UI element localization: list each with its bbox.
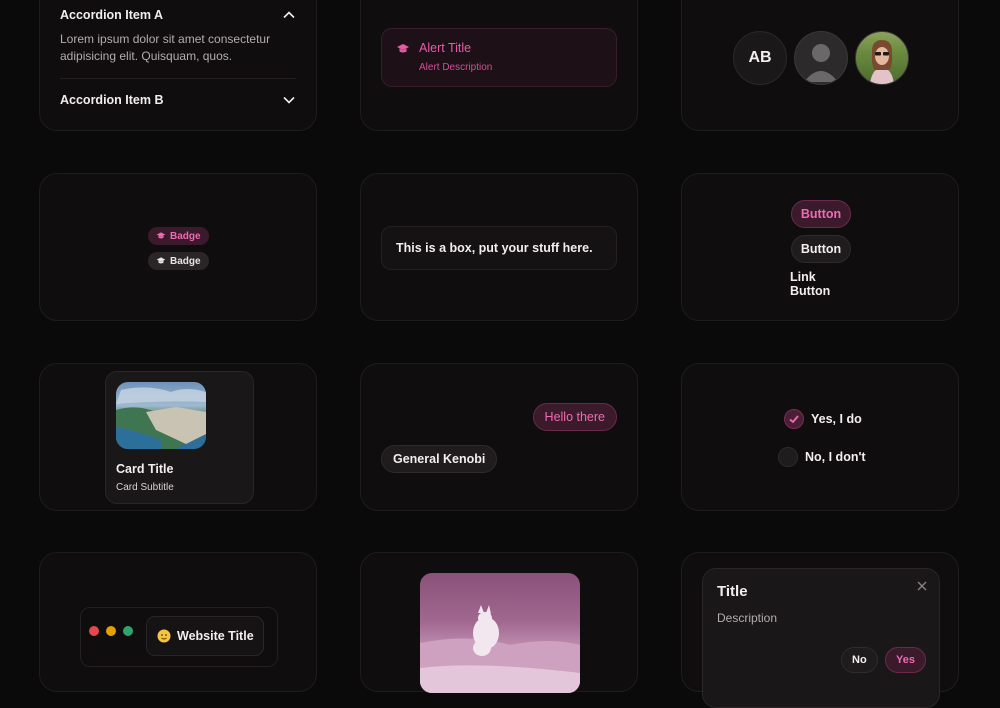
alert-description: Alert Description (419, 62, 493, 73)
dialog: Title Description No Yes (702, 568, 940, 708)
avatar-photo (855, 31, 909, 85)
primary-button[interactable]: Button (791, 200, 851, 228)
accordion-item-b-title: Accordion Item B (60, 93, 164, 107)
close-window-dot[interactable] (89, 626, 99, 636)
card-subtitle: Card Subtitle (116, 482, 174, 493)
image-card (360, 552, 638, 693)
accordion-item-a-title: Accordion Item A (60, 8, 164, 22)
radio-option-yes[interactable]: Yes, I do (784, 409, 862, 429)
content-card[interactable]: Card Title Card Subtitle (105, 371, 254, 504)
dialog-title: Title (717, 583, 748, 600)
avatars-card: AB (681, 0, 959, 131)
accordion-item-a-body: Lorem ipsum dolor sit amet consectetur a… (60, 32, 271, 63)
link-button[interactable]: Link Button (778, 270, 864, 298)
alert-title: Alert Title (419, 41, 472, 55)
chevron-down-icon (283, 96, 295, 104)
chat-bubble-incoming: General Kenobi (381, 445, 498, 473)
accordion-card: Accordion Item A Lorem ipsum dolor sit a… (39, 0, 317, 131)
card-title: Card Title (116, 462, 174, 476)
chat-bubble-outgoing: Hello there (532, 403, 617, 431)
browser-window: Website Title (80, 607, 278, 667)
close-icon[interactable] (917, 581, 927, 591)
badge-primary: Badge (148, 227, 209, 245)
dialog-description: Description (717, 611, 778, 625)
box-text: This is a box, put your stuff here. (396, 241, 593, 255)
avatar-generic (794, 31, 848, 85)
browser-window-card: Website Title (39, 552, 317, 692)
browser-tab[interactable]: Website Title (146, 616, 264, 656)
tab-title: Website Title (177, 629, 254, 643)
coastal-cliffs-photo-icon (116, 387, 206, 449)
fox-photo-icon (420, 605, 580, 693)
check-icon (789, 415, 799, 424)
person-icon (804, 44, 838, 82)
maximize-window-dot[interactable] (123, 626, 133, 636)
badges-card: Badge Badge (39, 173, 317, 321)
accordion-item-b-header[interactable]: Accordion Item B (60, 93, 296, 107)
user-photo-icon (870, 40, 894, 84)
card-demo: Card Title Card Subtitle (39, 363, 317, 511)
box-card: This is a box, put your stuff here. (360, 173, 638, 321)
arctic-fox-image (420, 573, 580, 693)
alert: Alert Title Alert Description (381, 28, 617, 87)
dialog-card: Title Description No Yes (681, 552, 959, 708)
emoji-icon (157, 629, 171, 643)
radio-label: Yes, I do (811, 412, 862, 426)
dialog-confirm-button[interactable]: Yes (885, 647, 926, 673)
accordion-divider (60, 78, 296, 79)
chat-card: Hello there General Kenobi (360, 363, 638, 511)
graduation-cap-icon (156, 257, 166, 264)
graduation-cap-icon (156, 232, 166, 239)
radio-checked[interactable] (784, 409, 804, 429)
secondary-button[interactable]: Button (791, 235, 851, 263)
alert-card: Alert Title Alert Description (360, 0, 638, 131)
buttons-card: Button Button Link Button (681, 173, 959, 321)
avatar-initials: AB (733, 31, 787, 85)
accordion-item-a-header[interactable]: Accordion Item A (60, 8, 296, 22)
radio-unchecked[interactable] (778, 447, 798, 467)
badge-secondary: Badge (148, 252, 209, 270)
chevron-up-icon (283, 11, 295, 19)
content-box: This is a box, put your stuff here. (381, 226, 617, 270)
minimize-window-dot[interactable] (106, 626, 116, 636)
card-image (116, 382, 206, 449)
radio-label: No, I don't (805, 450, 866, 464)
radio-option-no[interactable]: No, I don't (778, 447, 866, 467)
badge-label: Badge (170, 255, 201, 267)
graduation-cap-icon (397, 44, 409, 53)
badge-label: Badge (170, 230, 201, 242)
radio-card: Yes, I do No, I don't (681, 363, 959, 511)
dialog-cancel-button[interactable]: No (841, 647, 878, 673)
